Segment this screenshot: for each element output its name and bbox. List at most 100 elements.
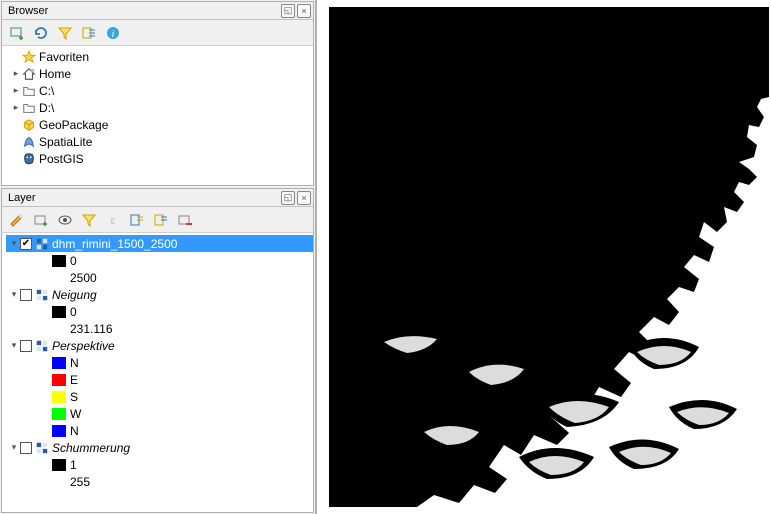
layer-item[interactable]: ▾✔ dhm_rimini_1500_2500 (6, 235, 313, 252)
filter-icon[interactable] (56, 24, 74, 42)
visibility-icon[interactable] (56, 211, 74, 229)
browser-title: Browser (8, 5, 279, 17)
browser-item[interactable]: ▸ D:\ (6, 99, 313, 116)
remove-layer-icon[interactable] (176, 211, 194, 229)
expand-arrow-icon[interactable]: ▾ (8, 340, 20, 352)
close-icon[interactable]: × (297, 191, 311, 205)
legend-swatch (52, 357, 66, 369)
postgis-icon (22, 152, 36, 166)
map-render (319, 7, 769, 507)
expand-arrow-icon[interactable]: ▸ (10, 85, 22, 97)
collapse-all-icon[interactable] (80, 24, 98, 42)
style-icon[interactable] (8, 211, 26, 229)
legend-swatch (52, 255, 66, 267)
home-icon (22, 67, 36, 81)
browser-item[interactable]: ▸ C:\ (6, 82, 313, 99)
browser-item[interactable]: PostGIS (6, 150, 313, 167)
raster-icon (35, 339, 49, 353)
browser-item-label: GeoPackage (39, 118, 108, 132)
undock-icon[interactable]: ◱ (281, 4, 295, 18)
legend-swatch (52, 374, 66, 386)
browser-item[interactable]: Favoriten (6, 48, 313, 65)
add-group-icon[interactable] (32, 211, 50, 229)
layer-name-label: dhm_rimini_1500_2500 (52, 237, 177, 251)
layer-item[interactable]: ▾ Perspektive (6, 337, 313, 354)
legend-label: N (70, 424, 79, 438)
browser-item-label: D:\ (39, 101, 54, 115)
legend-item: E (6, 371, 313, 388)
legend-label: 0 (70, 254, 77, 268)
legend-swatch (52, 425, 66, 437)
browser-item-label: Favoriten (39, 50, 89, 64)
browser-header: Browser ◱ × (2, 2, 313, 20)
browser-item[interactable]: GeoPackage (6, 116, 313, 133)
legend-label: N (70, 356, 79, 370)
layer-checkbox[interactable] (20, 340, 32, 352)
browser-item[interactable]: SpatiaLite (6, 133, 313, 150)
legend-item: 0 (6, 252, 313, 269)
expand-all-icon[interactable] (128, 211, 146, 229)
browser-panel: Browser ◱ × i Favoriten ▸ Home ▸ C:\ ▸ D:\ GeoP… (1, 1, 314, 186)
geopackage-icon (22, 118, 36, 132)
browser-item[interactable]: ▸ Home (6, 65, 313, 82)
expand-arrow-icon[interactable]: ▸ (10, 102, 22, 114)
legend-label: 2500 (70, 271, 97, 285)
layer-name-label: Perspektive (52, 339, 115, 353)
raster-icon (35, 441, 49, 455)
legend-item: 255 (6, 473, 313, 490)
legend-label: W (70, 407, 81, 421)
legend-label: 1 (70, 458, 77, 472)
legend-item: 0 (6, 303, 313, 320)
layer-toolbar: ε (2, 207, 313, 233)
legend-item: W (6, 405, 313, 422)
star-icon (22, 50, 36, 64)
legend-swatch (52, 391, 66, 403)
spatialite-icon (22, 135, 36, 149)
layer-checkbox[interactable]: ✔ (20, 238, 32, 250)
browser-toolbar: i (2, 20, 313, 46)
layer-checkbox[interactable] (20, 289, 32, 301)
refresh-icon[interactable] (32, 24, 50, 42)
legend-item: 231.116 (6, 320, 313, 337)
legend-label: 255 (70, 475, 90, 489)
close-icon[interactable]: × (297, 4, 311, 18)
browser-item-label: Home (39, 67, 71, 81)
legend-label: 0 (70, 305, 77, 319)
expression-icon[interactable]: ε (104, 211, 122, 229)
raster-icon (35, 237, 49, 251)
legend-label: 231.116 (70, 322, 113, 336)
layer-panel: Layer ◱ × ε ▾✔dhm_rimini_1500_250002500▾… (1, 188, 314, 513)
expand-arrow-icon[interactable]: ▾ (8, 238, 20, 250)
layer-checkbox[interactable] (20, 442, 32, 454)
browser-item-label: PostGIS (39, 152, 84, 166)
browser-tree[interactable]: Favoriten ▸ Home ▸ C:\ ▸ D:\ GeoPackage SpatiaLi… (2, 46, 313, 185)
layer-title: Layer (8, 192, 279, 204)
folder-icon (22, 84, 36, 98)
undock-icon[interactable]: ◱ (281, 191, 295, 205)
layer-item[interactable]: ▾ Neigung (6, 286, 313, 303)
raster-icon (35, 288, 49, 302)
expand-arrow-icon[interactable]: ▾ (8, 442, 20, 454)
layer-name-label: Neigung (52, 288, 97, 302)
browser-item-label: C:\ (39, 84, 54, 98)
legend-swatch (52, 408, 66, 420)
info-icon[interactable]: i (104, 24, 122, 42)
collapse-all-icon[interactable] (152, 211, 170, 229)
map-canvas[interactable] (316, 0, 771, 514)
legend-swatch (52, 459, 66, 471)
layer-header: Layer ◱ × (2, 189, 313, 207)
expand-arrow-icon[interactable]: ▾ (8, 289, 20, 301)
legend-swatch (52, 306, 66, 318)
svg-text:i: i (112, 29, 115, 40)
legend-item: S (6, 388, 313, 405)
legend-label: S (70, 390, 78, 404)
layer-tree[interactable]: ▾✔dhm_rimini_1500_250002500▾Neigung0231.… (2, 233, 313, 512)
add-layer-icon[interactable] (8, 24, 26, 42)
expand-arrow-icon[interactable]: ▸ (10, 68, 22, 80)
legend-label: E (70, 373, 78, 387)
layer-item[interactable]: ▾Schummerung (6, 439, 313, 456)
legend-item: 1 (6, 456, 313, 473)
legend-item: 2500 (6, 269, 313, 286)
filter-icon[interactable] (80, 211, 98, 229)
browser-item-label: SpatiaLite (39, 135, 92, 149)
